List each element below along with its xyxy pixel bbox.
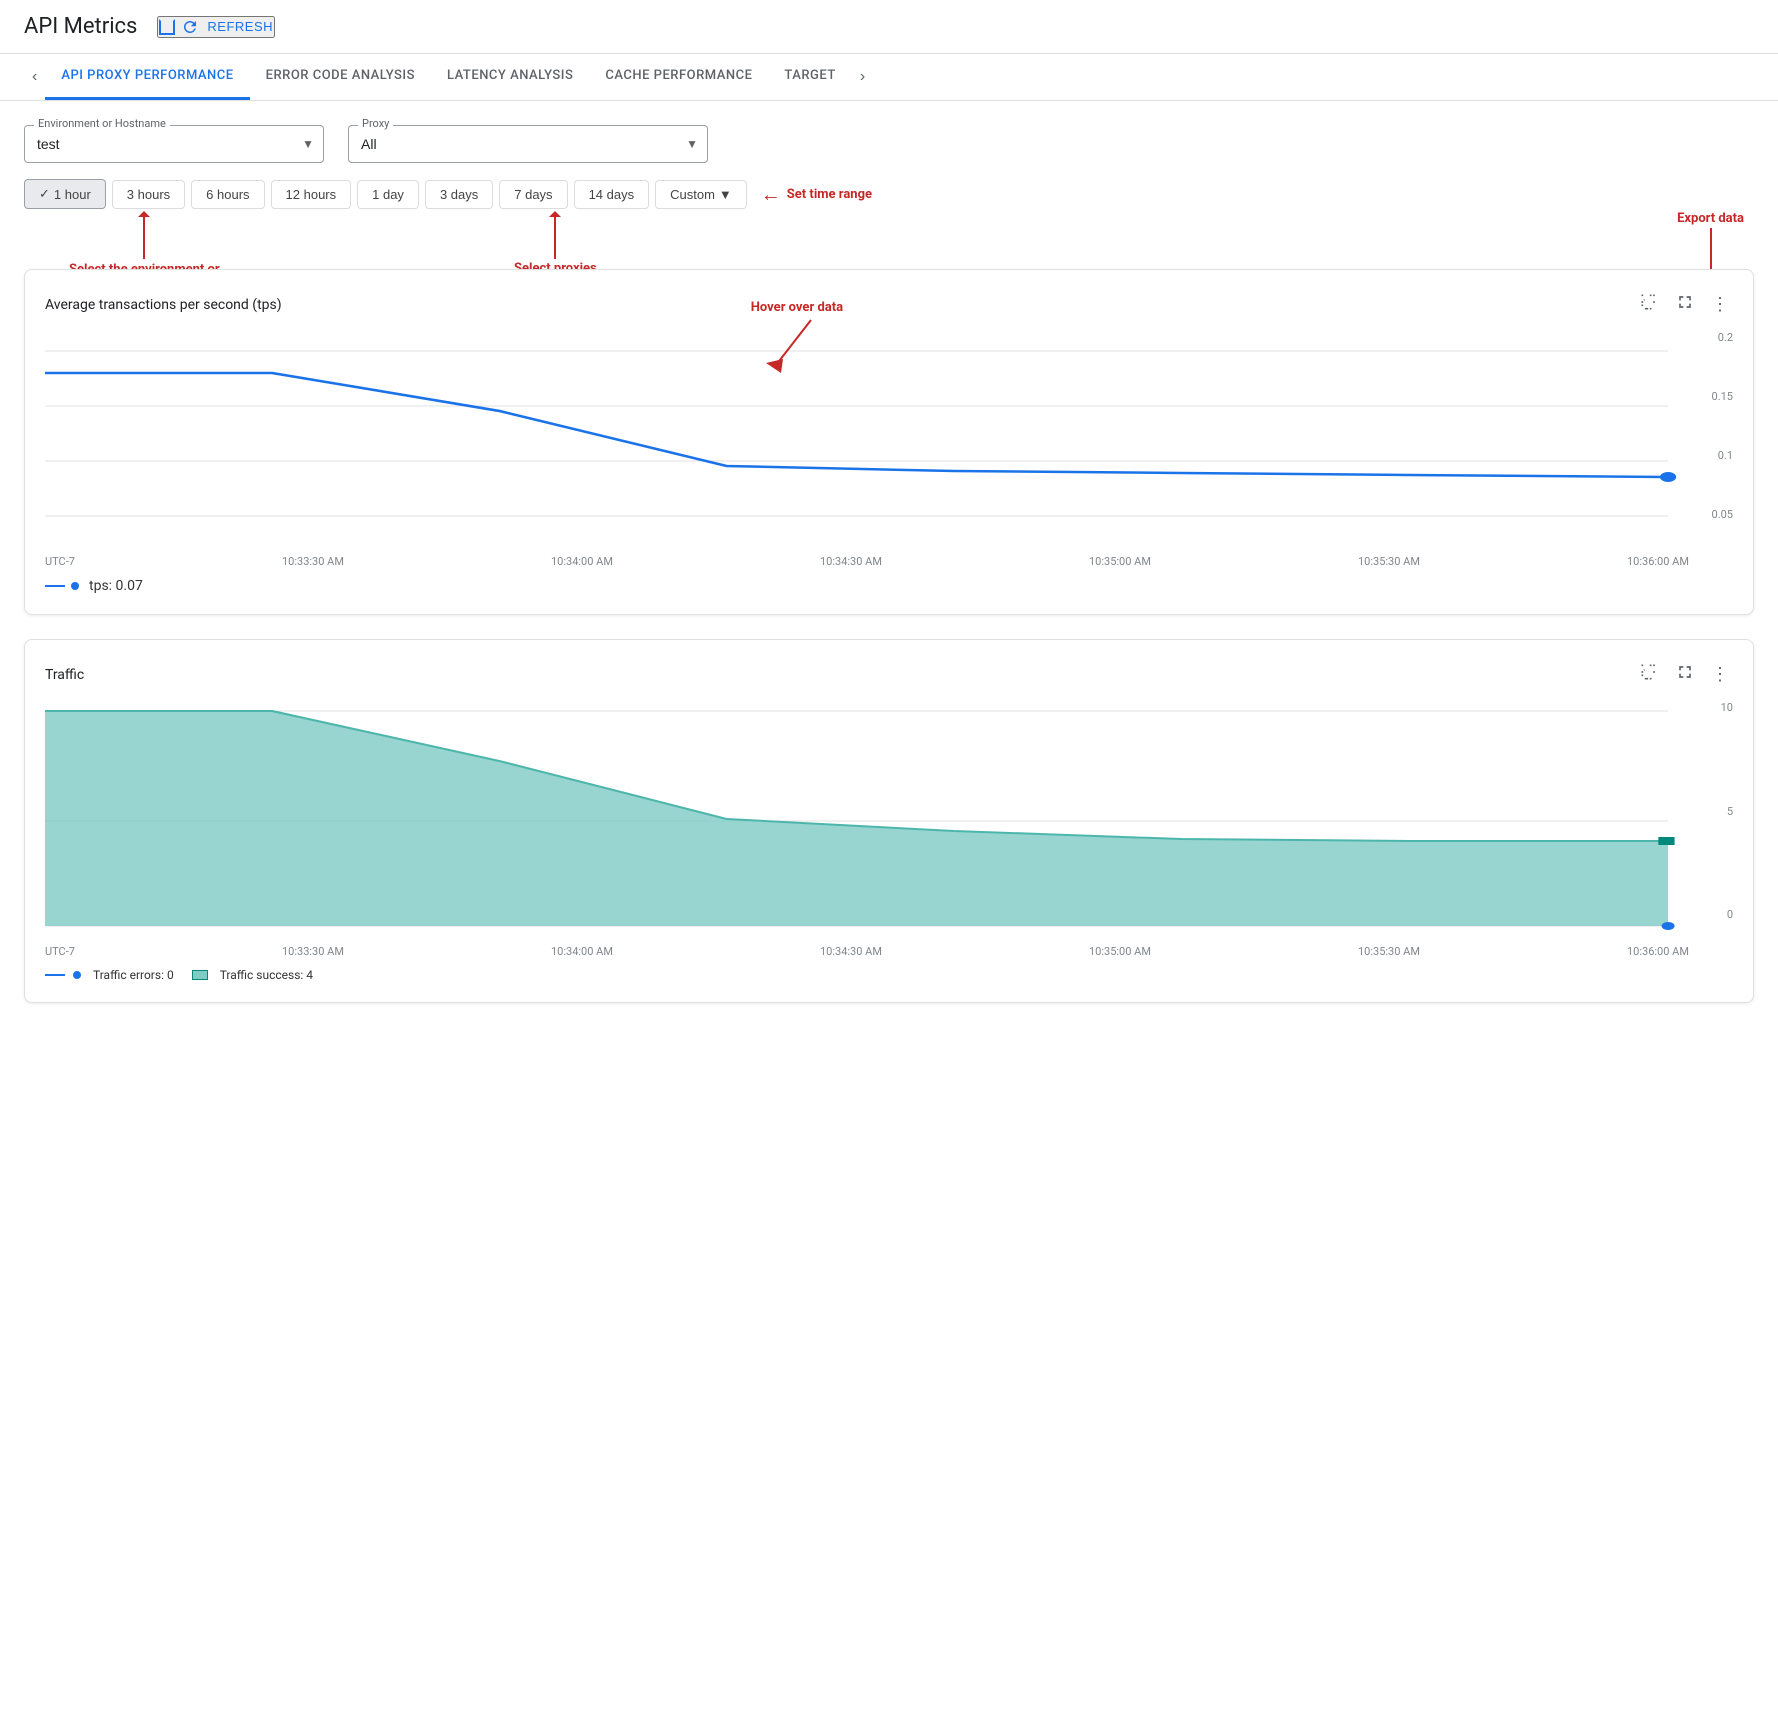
tps-chart-svg [45,331,1733,551]
tps-y-axis: 0.2 0.15 0.1 0.05 [1693,331,1733,521]
traffic-chart-more-icon[interactable]: ⋮ [1707,660,1733,689]
refresh-label: REFRESH [207,19,273,34]
annotation-export-text: Export data [1677,211,1744,226]
arrow-up-env-icon [138,211,150,261]
traffic-chart-title: Traffic [45,667,84,683]
traffic-success-label: Traffic success: 4 [220,968,313,982]
tab-prev-button[interactable]: ‹ [24,68,45,86]
traffic-x-6: 10:36:00 AM [1627,945,1689,958]
traffic-x-axis: UTC-7 10:33:30 AM 10:34:00 AM 10:34:30 A… [45,945,1689,958]
tps-x-2: 10:34:00 AM [551,555,613,568]
arrow-left-icon: ← [761,182,781,207]
traffic-legend: Traffic errors: 0 Traffic success: 4 [45,968,1733,982]
time-range-row: ✓ 1 hour 3 hours 6 hours 12 hours 1 day … [24,179,1754,209]
traffic-y-axis: 10 5 0 [1693,701,1733,921]
traffic-chart-filter-icon[interactable] [1635,660,1663,689]
traffic-x-2: 10:34:00 AM [551,945,613,958]
arrow-up-proxy-icon [549,211,561,261]
tps-chart-more-icon[interactable]: ⋮ [1707,290,1733,319]
tab-cache[interactable]: CACHE PERFORMANCE [589,54,768,100]
traffic-x-1: 10:33:30 AM [282,945,344,958]
tps-chart-expand-icon[interactable] [1671,290,1699,319]
tab-api-proxy[interactable]: API PROXY PERFORMANCE [45,54,249,100]
traffic-success-legend-item: Traffic success: 4 [192,968,313,982]
tps-chart-area: 0.2 0.15 0.1 0.05 [45,331,1733,551]
tps-chart-card: Average transactions per second (tps) ⋮ [24,269,1754,615]
tps-y-0.05: 0.05 [1693,508,1733,521]
tps-y-0.2: 0.2 [1693,331,1733,344]
time-1day-label: 1 day [372,187,404,202]
annotation-proxy: Select proxies [514,211,597,276]
traffic-errors-label: Traffic errors: 0 [93,968,174,982]
traffic-x-4: 10:35:00 AM [1089,945,1151,958]
time-3hours-label: 3 hours [127,187,170,202]
traffic-x-3: 10:34:30 AM [820,945,882,958]
time-btn-3hours[interactable]: 3 hours [112,180,185,209]
tps-y-0.1: 0.1 [1693,449,1733,462]
proxy-select[interactable]: All [348,125,708,163]
time-12hours-label: 12 hours [286,187,337,202]
custom-label: Custom [670,187,715,202]
refresh-icon [159,19,175,35]
tps-legend: tps: 0.07 [45,578,1733,594]
traffic-chart-area: 10 5 0 [45,701,1733,941]
refresh-button[interactable]: REFRESH [157,16,275,38]
traffic-errors-legend-item: Traffic errors: 0 [45,968,174,982]
tps-x-6: 10:36:00 AM [1627,555,1689,568]
time-1hour-label: 1 hour [54,187,91,202]
annotation-export: Export data [1677,211,1744,276]
tps-legend-text: tps: 0.07 [89,578,143,594]
tps-legend-dot [71,582,79,590]
tab-latency[interactable]: LATENCY ANALYSIS [431,54,589,100]
tab-target[interactable]: TARGET [768,54,851,100]
environment-label: Environment or Hostname [34,117,170,130]
tps-x-3: 10:34:30 AM [820,555,882,568]
time-btn-6hours[interactable]: 6 hours [191,180,264,209]
tab-next-button[interactable]: › [852,68,873,86]
time-6hours-label: 6 hours [206,187,249,202]
proxy-filter: Proxy All ▼ [348,125,708,163]
traffic-y-0: 0 [1693,908,1733,921]
time-btn-custom[interactable]: Custom ▼ [655,180,747,209]
tps-x-4: 10:35:00 AM [1089,555,1151,568]
time-btn-7days[interactable]: 7 days [499,180,567,209]
time-btn-3days[interactable]: 3 days [425,180,493,209]
page-title: API Metrics [24,14,137,39]
tab-error-code[interactable]: ERROR CODE ANALYSIS [250,54,431,100]
custom-dropdown-arrow: ▼ [719,187,732,202]
tps-y-0.15: 0.15 [1693,390,1733,403]
tps-chart-title: Average transactions per second (tps) [45,297,282,313]
tps-x-1: 10:33:30 AM [282,555,344,568]
traffic-chart-card: Traffic ⋮ [24,639,1754,1003]
set-time-range-annotation: Set time range [787,187,872,202]
tps-chart-filter-icon[interactable] [1635,290,1663,319]
time-3days-label: 3 days [440,187,478,202]
tps-legend-line [45,585,65,587]
traffic-errors-line [45,974,65,976]
traffic-success-rect [192,970,208,980]
tps-x-axis: UTC-7 10:33:30 AM 10:34:00 AM 10:34:30 A… [45,555,1689,568]
tps-x-utc7: UTC-7 [45,555,75,568]
proxy-label: Proxy [358,117,393,130]
traffic-x-5: 10:35:30 AM [1358,945,1420,958]
time-14days-label: 14 days [589,187,635,202]
environment-select[interactable]: test [24,125,324,163]
time-7days-label: 7 days [514,187,552,202]
traffic-y-5: 5 [1693,805,1733,818]
traffic-chart-expand-icon[interactable] [1671,660,1699,689]
checkmark-icon: ✓ [39,186,50,202]
time-btn-14days[interactable]: 14 days [574,180,650,209]
time-btn-12hours[interactable]: 12 hours [271,180,352,209]
traffic-y-10: 10 [1693,701,1733,714]
time-btn-1day[interactable]: 1 day [357,180,419,209]
traffic-x-utc7: UTC-7 [45,945,75,958]
traffic-chart-svg [45,701,1733,941]
environment-filter: Environment or Hostname test ▼ [24,125,324,163]
time-btn-1hour[interactable]: ✓ 1 hour [24,179,106,209]
refresh-icon [181,18,199,36]
tps-x-5: 10:35:30 AM [1358,555,1420,568]
traffic-errors-dot [73,971,81,979]
